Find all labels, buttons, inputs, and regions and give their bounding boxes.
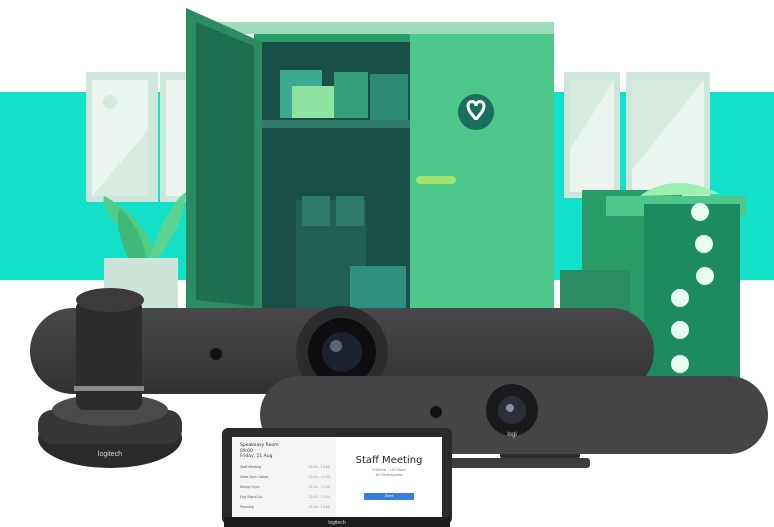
tablet-screen: Speakeasy Room 09:00 Friday, 11 Aug Staf… (232, 437, 442, 517)
room-name: Speakeasy Room (240, 443, 279, 448)
meeting-title: Staff Meeting (355, 455, 423, 466)
window-icon (86, 72, 190, 202)
storage-cabinet (186, 8, 554, 324)
bar-logo: logi (507, 432, 516, 438)
list-item[interactable]: Sales Sync Global 10:00 - 11:00 (240, 475, 332, 481)
heart-badge-icon (458, 94, 494, 130)
meeting-participants: All Participants (375, 472, 403, 477)
list-item[interactable]: Planning 14:00 - 15:00 (240, 505, 332, 511)
room-date: Friday, 11 Aug (240, 454, 273, 459)
camera-logo: logitech (98, 451, 122, 458)
list-item[interactable]: Design Sync 11:00 - 12:00 (240, 485, 332, 491)
room-schedule-panel: Speakeasy Room 09:00 Friday, 11 Aug Staf… (232, 437, 336, 517)
window-icon (564, 72, 710, 198)
meeting-panel: Staff Meeting 9:00am - 10:00am All Parti… (336, 437, 442, 517)
list-item[interactable]: Staff Meeting 09:00 - 10:00 (240, 465, 332, 471)
start-meeting-button[interactable]: Start (364, 493, 414, 500)
list-item[interactable]: Eng Stand-Up 12:00 - 13:00 (240, 495, 332, 501)
tablet-logo: logitech (328, 520, 345, 526)
